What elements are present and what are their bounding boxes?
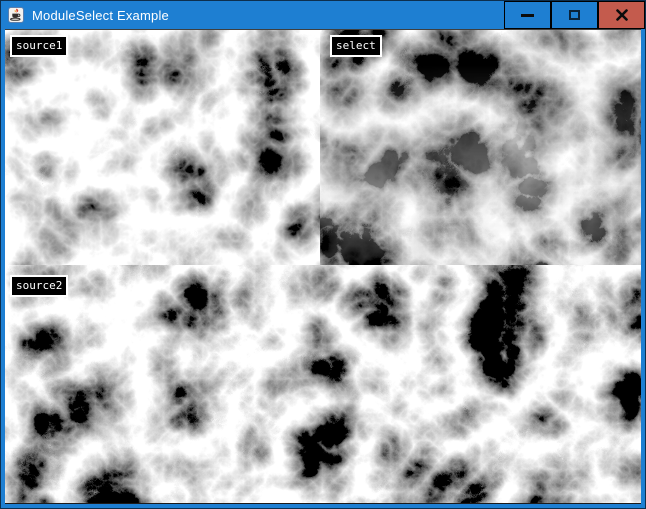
select-texture	[320, 30, 641, 265]
source2-texture	[5, 265, 641, 504]
source1-texture	[5, 30, 320, 265]
window-title: ModuleSelect Example	[32, 8, 169, 23]
label-source2: source2	[10, 275, 68, 297]
minimize-icon	[521, 14, 534, 17]
app-window: ModuleSelect Example	[0, 0, 646, 509]
java-coffee-cup-icon	[8, 7, 24, 23]
maximize-button[interactable]	[551, 1, 598, 29]
close-icon	[616, 9, 628, 21]
maximize-icon	[569, 10, 580, 20]
titlebar[interactable]: ModuleSelect Example	[1, 1, 645, 29]
window-controls	[504, 1, 645, 29]
close-button[interactable]	[598, 1, 645, 29]
label-select: select	[330, 35, 382, 57]
minimize-button[interactable]	[504, 1, 551, 29]
label-source1: source1	[10, 35, 68, 57]
render-canvas: source1 select source2	[5, 29, 641, 504]
